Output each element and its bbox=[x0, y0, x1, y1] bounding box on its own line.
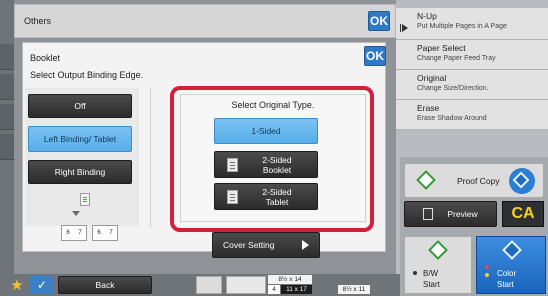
arrow-right-icon bbox=[302, 240, 309, 250]
booklet-stack-icon bbox=[80, 193, 90, 206]
page-number: 6 bbox=[66, 230, 70, 236]
others-ok-button[interactable]: OK bbox=[368, 11, 390, 31]
binding-off-button[interactable]: Off bbox=[28, 94, 132, 118]
menu-item-subtitle: Put Multiple Pages in A Page bbox=[417, 23, 507, 30]
booklet-title: Booklet bbox=[30, 53, 61, 63]
button-label: Color bbox=[497, 269, 517, 278]
others-title: Others bbox=[24, 16, 52, 26]
binding-right-button[interactable]: Right Binding bbox=[28, 160, 132, 184]
paper-size-label: 8½ x 14 bbox=[268, 275, 312, 284]
booklet-subtitle: Select Output Binding Edge. bbox=[30, 70, 144, 80]
original-1-sided-button[interactable]: 1-Sided bbox=[214, 118, 318, 144]
checkmark-icon[interactable]: ✓ bbox=[30, 276, 54, 294]
original-2-sided-tablet-button[interactable]: 2-Sided Tablet bbox=[214, 183, 318, 210]
original-2-sided-booklet-button[interactable]: 2-Sided Booklet bbox=[214, 151, 318, 178]
back-button[interactable]: Back bbox=[58, 276, 152, 294]
background-tab bbox=[0, 104, 14, 130]
booklet-ok-button[interactable]: OK bbox=[364, 46, 386, 66]
color-start-button[interactable]: Color Start bbox=[476, 236, 546, 294]
start-diamond-icon bbox=[416, 170, 436, 190]
background-tab bbox=[0, 74, 14, 100]
menu-item-paper-select[interactable]: Paper Select Change Paper Feed Tray bbox=[396, 40, 548, 70]
scanner-icon bbox=[196, 276, 222, 294]
paper-size-label: 8½ x 11 bbox=[338, 285, 370, 294]
original-type-title: Select Original Type. bbox=[231, 100, 315, 110]
button-label: Cover Setting bbox=[223, 240, 275, 250]
menu-item-title: N-Up bbox=[417, 11, 437, 21]
menu-item-title: Erase bbox=[417, 103, 440, 113]
menu-item-subtitle: Change Size/Direction. bbox=[417, 85, 489, 92]
booklet-preview-left: 6 7 bbox=[61, 225, 87, 241]
menu-item-erase[interactable]: Erase Erase Shadow Around bbox=[396, 100, 548, 130]
page-number: 6 bbox=[97, 230, 101, 236]
page-number: 7 bbox=[109, 230, 113, 236]
menu-item-subtitle: Erase Shadow Around bbox=[417, 115, 487, 122]
bw-start-button[interactable]: B/W Start bbox=[404, 236, 472, 294]
menu-item-original[interactable]: Original Change Size/Direction. bbox=[396, 70, 548, 100]
expand-bar-icon bbox=[400, 24, 401, 32]
background-tab bbox=[0, 44, 14, 70]
preview-icon bbox=[423, 208, 434, 220]
cover-setting-button[interactable]: Cover Setting bbox=[212, 232, 320, 258]
menu-item-title: Original bbox=[417, 73, 447, 83]
button-label: Preview bbox=[447, 209, 478, 219]
button-label: B/W bbox=[423, 269, 439, 278]
binding-left-tablet-button[interactable]: Left Binding/ Tablet bbox=[28, 126, 132, 152]
tray-number: 4 bbox=[268, 285, 280, 294]
divider bbox=[150, 88, 151, 228]
star-icon[interactable]: ★ bbox=[6, 276, 28, 294]
button-label: 2-Sided Booklet bbox=[262, 154, 292, 175]
others-header bbox=[14, 4, 396, 38]
paper-tray-icon bbox=[226, 276, 266, 294]
start-diamond-icon bbox=[502, 240, 522, 260]
background-tab bbox=[0, 134, 14, 160]
start-diamond-icon bbox=[428, 240, 448, 260]
page-number: 7 bbox=[78, 230, 82, 236]
clear-all-button[interactable]: CA bbox=[502, 201, 544, 227]
document-icon bbox=[227, 190, 238, 204]
document-icon bbox=[227, 158, 238, 172]
menu-item-subtitle: Change Paper Feed Tray bbox=[417, 55, 496, 62]
button-label: Proof Copy bbox=[457, 176, 500, 186]
paper-size-selected: 11 x 17 bbox=[281, 285, 312, 294]
proof-copy-button[interactable]: Proof Copy bbox=[404, 163, 544, 198]
indicator-dot-icon bbox=[413, 271, 417, 275]
button-label: 2-Sided Tablet bbox=[262, 186, 292, 207]
play-arrow-icon[interactable] bbox=[402, 24, 408, 32]
indicator-dot-icon bbox=[485, 273, 489, 277]
preview-button[interactable]: Preview bbox=[404, 201, 497, 227]
booklet-preview-right: 6 7 bbox=[92, 225, 118, 241]
button-label: Start bbox=[423, 280, 440, 289]
button-label: Start bbox=[497, 280, 514, 289]
menu-item-title: Paper Select bbox=[417, 43, 466, 53]
arrow-down-icon bbox=[72, 211, 80, 216]
indicator-dot-icon bbox=[485, 265, 489, 269]
menu-item-n-up[interactable]: N-Up Put Multiple Pages in A Page bbox=[396, 8, 548, 40]
